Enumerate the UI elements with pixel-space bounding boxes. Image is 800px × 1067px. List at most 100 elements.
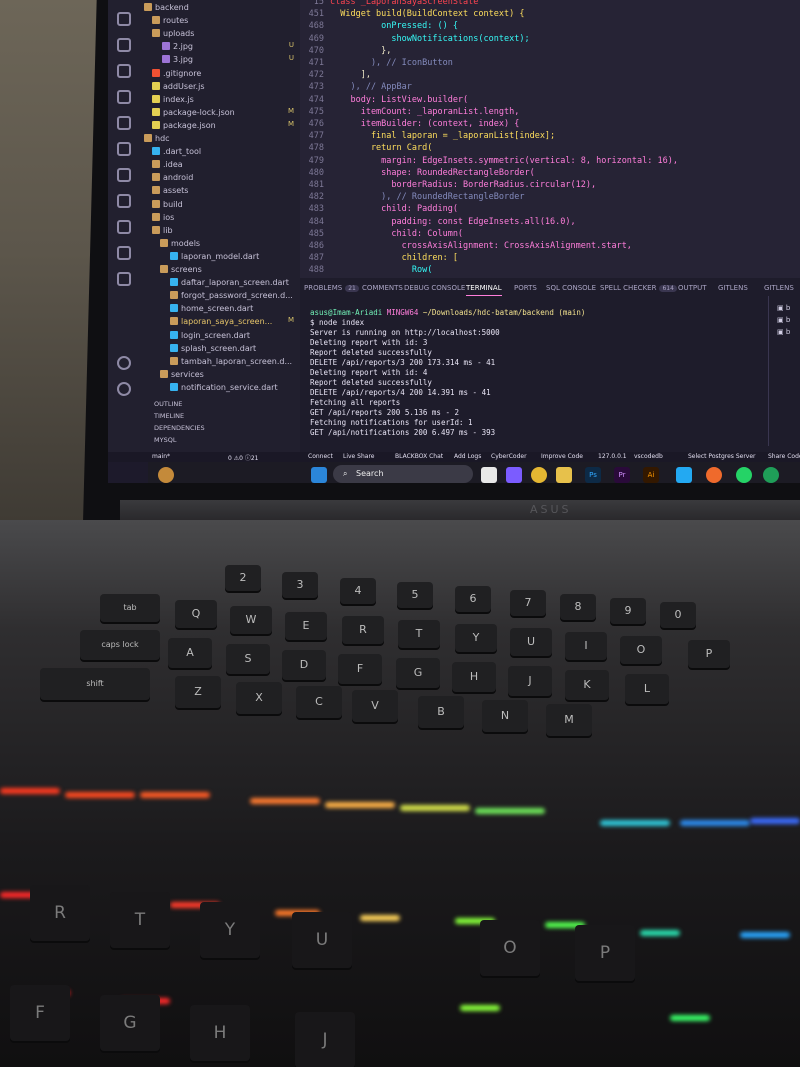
explorer-item[interactable]: splash_screen.dart [170,343,256,355]
github-icon[interactable] [117,246,131,260]
copilot-icon[interactable] [506,467,522,483]
explorer-item[interactable]: index.js [152,94,194,106]
premiere-icon[interactable]: Pr [614,467,630,483]
code-line[interactable]: itemCount: _laporanList.length, [330,106,520,119]
explorer-item[interactable]: screens [160,264,202,276]
code-line[interactable]: ), // IconButton [330,57,453,70]
explorer-item[interactable]: .dart_tool [152,146,201,158]
status-item[interactable]: Share Code [768,453,800,460]
code-line[interactable]: children: [ [330,252,458,265]
explorer-item[interactable]: hdc [144,133,170,145]
code-line[interactable]: showNotifications(context); [330,33,529,46]
panel-tab-output[interactable]: OUTPUT [678,284,707,292]
git-branch[interactable]: main* [152,453,170,460]
windows-start-icon[interactable] [311,467,327,483]
explorer-item[interactable]: .gitignore [152,68,201,80]
photoshop-icon[interactable]: Ps [585,467,601,483]
problems-count[interactable]: 0 ⚠0 ⓘ21 [228,453,258,462]
code-line[interactable]: final laporan = _laporanList[index]; [330,130,555,143]
code-line[interactable]: onPressed: () { [330,20,458,33]
file-explorer-icon[interactable] [556,467,572,483]
panel-tab-ports[interactable]: PORTS [514,284,537,292]
status-item[interactable]: 127.0.0.1 [598,453,627,460]
explorer-section[interactable]: MYSQL [154,434,176,446]
explorer-section[interactable]: OUTLINE [154,398,182,410]
terminal-list-item[interactable]: ▣ b [777,328,797,336]
explorer-item[interactable]: android [152,172,193,184]
panel-tab-gitlens[interactable]: GITLENS [718,284,748,292]
panel-tab-comments[interactable]: COMMENTS [362,284,403,292]
explorer-item[interactable]: laporan_model.dart [170,251,259,263]
taskbar-search[interactable]: ⌕ Search [333,465,473,483]
explorer-item[interactable]: 3.jpg [162,54,193,66]
gear-icon[interactable] [117,382,131,396]
explorer-item[interactable]: build [152,199,183,211]
vscode-icon[interactable] [676,467,692,483]
explorer-item[interactable]: package-lock.json [152,107,235,119]
panel-tab-spell-checker[interactable]: SPELL CHECKER 614 [600,284,677,292]
code-line[interactable]: }, [330,45,391,58]
firefox-icon[interactable] [706,467,722,483]
explorer-item[interactable]: uploads [152,28,194,40]
source-control-icon[interactable] [117,38,131,52]
code-line[interactable]: Widget build(BuildContext context) { [330,8,524,21]
code-line[interactable]: crossAxisAlignment: CrossAxisAlignment.s… [330,240,632,253]
weather-icon[interactable] [158,467,174,483]
explorer-item[interactable]: home_screen.dart [170,303,253,315]
explorer-item[interactable]: laporan_saya_screen... [170,316,272,328]
code-line[interactable]: shape: RoundedRectangleBorder( [330,167,535,180]
status-item[interactable]: Live Share [343,453,374,460]
terminal-list-item[interactable]: ▣ b [777,316,797,324]
terminal-list-item[interactable]: ▣ b [777,304,797,312]
code-line[interactable]: Row( [330,264,432,277]
status-item[interactable]: Connect [308,453,333,460]
whatsapp-icon[interactable] [763,467,779,483]
explorer-item[interactable]: 2.jpg [162,41,193,53]
panel-tab-terminal[interactable]: TERMINAL [466,284,502,296]
chrome-icon[interactable] [531,467,547,483]
explorer-section[interactable]: TIMELINE [154,410,184,422]
code-line[interactable]: ], [330,69,371,82]
explorer-item[interactable]: forgot_password_screen.d... [170,290,293,302]
whatsapp-icon[interactable] [736,467,752,483]
code-line[interactable]: ), // RoundedRectangleBorder [330,191,524,204]
remote-explorer-icon[interactable] [117,116,131,130]
code-lines[interactable]: class _LaporanSayaScreenState Widget bui… [330,0,800,278]
explorer-item[interactable]: daftar_laporan_screen.dart [170,277,289,289]
code-line[interactable]: ), // AppBar [330,81,411,94]
account-icon[interactable] [117,356,131,370]
panel-tab-gitlens[interactable]: GITLENS [764,284,794,292]
explorer-item[interactable]: lib [152,225,173,237]
illustrator-icon[interactable]: Ai [643,467,659,483]
panel-tab-debug-console[interactable]: DEBUG CONSOLE [404,284,465,292]
explorer-item[interactable]: package.json [152,120,216,132]
explorer-item[interactable]: ios [152,212,174,224]
run-debug-icon[interactable] [117,64,131,78]
explorer-item[interactable]: assets [152,185,188,197]
code-line[interactable]: return Card( [330,142,432,155]
live-share-icon[interactable] [117,194,131,208]
extensions-icon[interactable] [117,90,131,104]
code-line[interactable]: child: Column( [330,228,463,241]
code-line[interactable]: margin: EdgeInsets.symmetric(vertical: 8… [330,155,678,168]
code-editor[interactable]: 15 451 468 469 470 471 472 473 474 475 476 477 478 47… [300,0,800,278]
explorer-item[interactable]: backend [144,2,189,14]
explorer-item[interactable]: addUser.js [152,81,205,93]
search-icon[interactable] [117,12,131,26]
status-item[interactable]: Improve Code [541,453,583,460]
explorer-section[interactable]: DEPENDENCIES [154,422,205,434]
explorer-item[interactable]: routes [152,15,188,27]
task-view-icon[interactable] [481,467,497,483]
panel-tab-sql-console[interactable]: SQL CONSOLE [546,284,596,292]
status-item[interactable]: Select Postgres Server [688,453,756,460]
explorer-item[interactable]: .idea [152,159,183,171]
code-line[interactable]: body: ListView.builder( [330,94,468,107]
explorer-item[interactable]: tambah_laporan_screen.d... [170,356,292,368]
status-item[interactable]: Add Logs [454,453,481,460]
status-item[interactable]: vscodedb [634,453,663,460]
explorer-item[interactable]: notification_service.dart [170,382,278,394]
code-line[interactable]: child: Padding( [330,203,458,216]
status-item[interactable]: BLACKBOX Chat [395,453,443,460]
explorer-item[interactable]: models [160,238,200,250]
code-line[interactable]: itemBuilder: (context, index) { [330,118,520,131]
